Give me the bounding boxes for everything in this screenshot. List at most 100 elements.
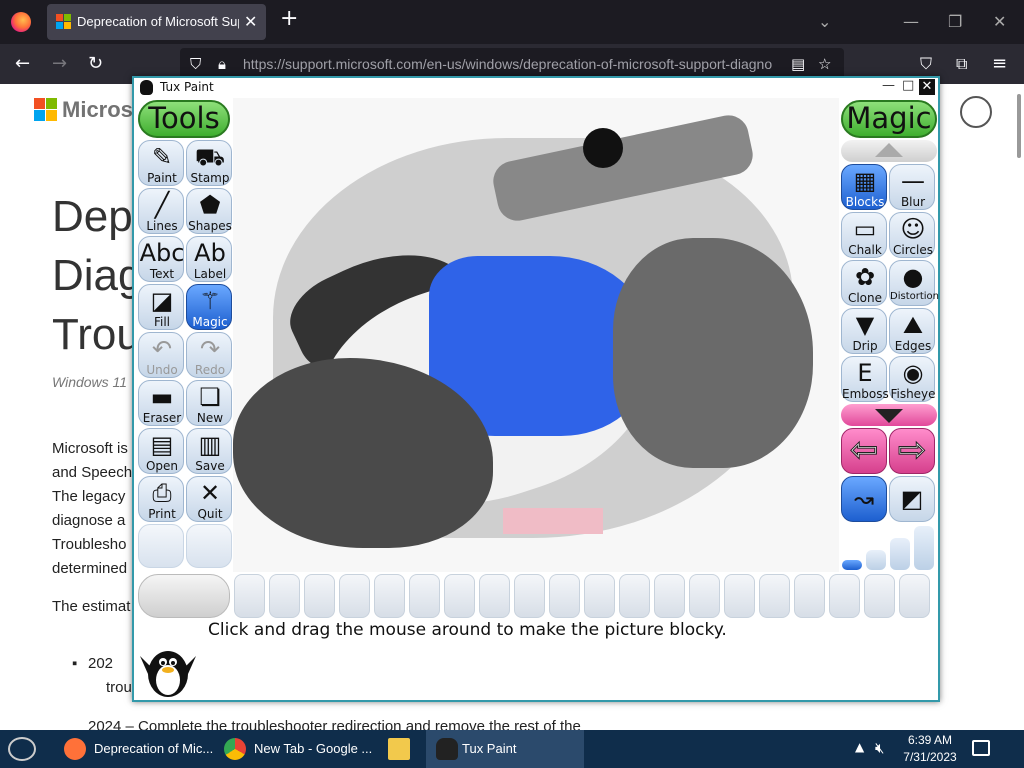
color-swatch[interactable] [794,574,825,618]
reader-view-icon[interactable]: ▤ [791,55,805,73]
forward-icon[interactable]: → [52,54,67,74]
brush-size-option[interactable] [914,526,934,570]
tuxpaint-titlebar[interactable]: Tux Paint — □ ✕ [134,78,938,97]
tool-paint-button[interactable]: ✎ Paint [138,140,184,186]
magic-emboss-button[interactable]: E Emboss [841,356,889,402]
page-meta: Windows 11 [52,374,128,390]
color-swatch[interactable] [374,574,405,618]
current-color-swatch[interactable] [138,574,230,618]
pocket-icon[interactable]: ⛉ [920,54,932,74]
bookmark-star-icon[interactable]: ☆ [818,55,831,73]
color-swatch[interactable] [409,574,440,618]
tool-lines-button[interactable]: ╱ Lines [138,188,184,234]
tool-text-button[interactable]: Abc Text [138,236,184,282]
color-swatch[interactable] [829,574,860,618]
drawing-canvas[interactable] [233,98,839,572]
fullscreen-mode-button[interactable]: ◩ [889,476,935,522]
circles-magic-icon: ☺ [900,215,926,243]
color-swatch[interactable] [759,574,790,618]
color-swatch[interactable] [514,574,545,618]
minimize-icon[interactable]: — [903,12,919,31]
menu-icon[interactable]: ≡ [992,54,1007,74]
previous-arrow-button[interactable]: ⇦ [841,428,887,474]
clock-time[interactable]: 6:39 AM [905,733,955,747]
magic-drip-button[interactable]: ▼ Drip [841,308,887,354]
color-swatch[interactable] [654,574,685,618]
tool-fill-button[interactable]: ◪ Fill [138,284,184,330]
taskbar-chrome[interactable]: New Tab - Google ... [218,730,372,768]
tool-shapes-button[interactable]: ⬟ Shapes [186,188,232,234]
volume-muted-icon[interactable]: 🔇︎ [875,739,884,757]
extensions-icon[interactable]: ⧉ [956,54,967,74]
new-tab-button[interactable]: + [280,8,298,30]
color-swatch[interactable] [444,574,475,618]
clock-date[interactable]: 7/31/2023 [898,750,962,764]
tool-open-button[interactable]: ▤ Open [138,428,184,474]
taskbar-file-explorer[interactable] [376,730,422,768]
close-window-icon[interactable]: ✕ [993,12,1006,31]
color-swatch[interactable] [479,574,510,618]
url-text[interactable]: https://support.microsoft.com/en-us/wind… [243,56,783,72]
color-swatch[interactable] [619,574,650,618]
tracking-shield-icon[interactable]: ⛉ [190,55,201,73]
magic-blocks-button[interactable]: ▦ Blocks [841,164,887,210]
magic-blur-button[interactable]: — Blur [889,164,935,210]
tool-undo-button[interactable]: ↶ Undo [138,332,184,378]
color-swatch[interactable] [864,574,895,618]
magic-fisheye-button[interactable]: ◉ Fisheye [889,356,936,402]
color-swatch[interactable] [234,574,265,618]
tab-close-icon[interactable]: ✕ [244,12,257,31]
firefox-icon[interactable] [11,12,31,32]
start-button-icon[interactable] [8,737,36,761]
profile-icon[interactable] [960,96,992,128]
restore-icon[interactable]: ❐ [948,12,962,31]
tuxpaint-window-title: Tux Paint [160,80,214,94]
tool-quit-button[interactable]: ✕ Quit [186,476,232,522]
tool-magic-button[interactable]: ⚚ Magic [186,284,232,330]
tool-new-button[interactable]: ❏ New [186,380,232,426]
notification-icon[interactable] [972,740,990,756]
magic-edges-button[interactable]: ⛰ Edges [889,308,935,354]
tool-label: Lines [146,219,178,233]
color-swatch[interactable] [304,574,335,618]
brush-size-option[interactable] [842,560,862,570]
tool-label: Label [193,267,227,281]
tab-list-chevron-icon[interactable]: ⌄ [818,12,831,31]
brush-size-option[interactable] [890,538,910,570]
page-scrollbar[interactable] [1017,94,1021,158]
tool-save-button[interactable]: ▥ Save [186,428,232,474]
color-swatch[interactable] [689,574,720,618]
tool-stamp-button[interactable]: ⛟ Stamp [186,140,232,186]
next-arrow-button[interactable]: ⇨ [889,428,935,474]
tool-label-button[interactable]: Ab Label [186,236,232,282]
microsoft-logo-icon[interactable] [34,98,57,121]
tp-maximize-icon[interactable]: □ [902,78,914,93]
back-icon[interactable]: ← [15,54,30,74]
tp-close-icon[interactable]: ✕ [919,79,935,95]
brush-size-option[interactable] [866,550,886,570]
paint-mode-button[interactable]: ↝ [841,476,887,522]
tp-minimize-icon[interactable]: — [882,78,895,93]
taskbar-firefox[interactable]: Deprecation of Mic... [58,730,213,768]
lock-icon[interactable]: 🔒︎ [218,55,226,73]
reload-icon[interactable]: ↻ [88,54,103,74]
taskbar-tuxpaint[interactable]: Tux Paint [426,730,584,768]
tray-overflow-icon[interactable]: ▲ [855,740,864,754]
magic-clone-button[interactable]: ✿ Clone [841,260,887,306]
color-swatch[interactable] [899,574,930,618]
magic-scroll-down-button[interactable] [841,404,937,426]
tool-eraser-button[interactable]: ▬ Eraser [138,380,184,426]
color-swatch[interactable] [339,574,370,618]
magic-circles-button[interactable]: ☺ Circles [889,212,935,258]
magic-scroll-up-button[interactable] [841,140,937,162]
tool-print-button[interactable]: ⎙ Print [138,476,184,522]
color-swatch[interactable] [269,574,300,618]
magic-distortion-button[interactable]: ● Distortion [889,260,939,306]
magic-chalk-button[interactable]: ▭ Chalk [841,212,887,258]
tuxpaint-window[interactable]: Tux Paint — □ ✕ Tools Magic ✎ Paint ⛟ Stamp… [132,76,940,702]
color-swatch[interactable] [549,574,580,618]
color-swatch[interactable] [584,574,615,618]
color-swatch[interactable] [724,574,755,618]
browser-tab[interactable]: Deprecation of Microsoft Support ✕ [47,4,266,40]
tool-redo-button[interactable]: ↷ Redo [186,332,232,378]
